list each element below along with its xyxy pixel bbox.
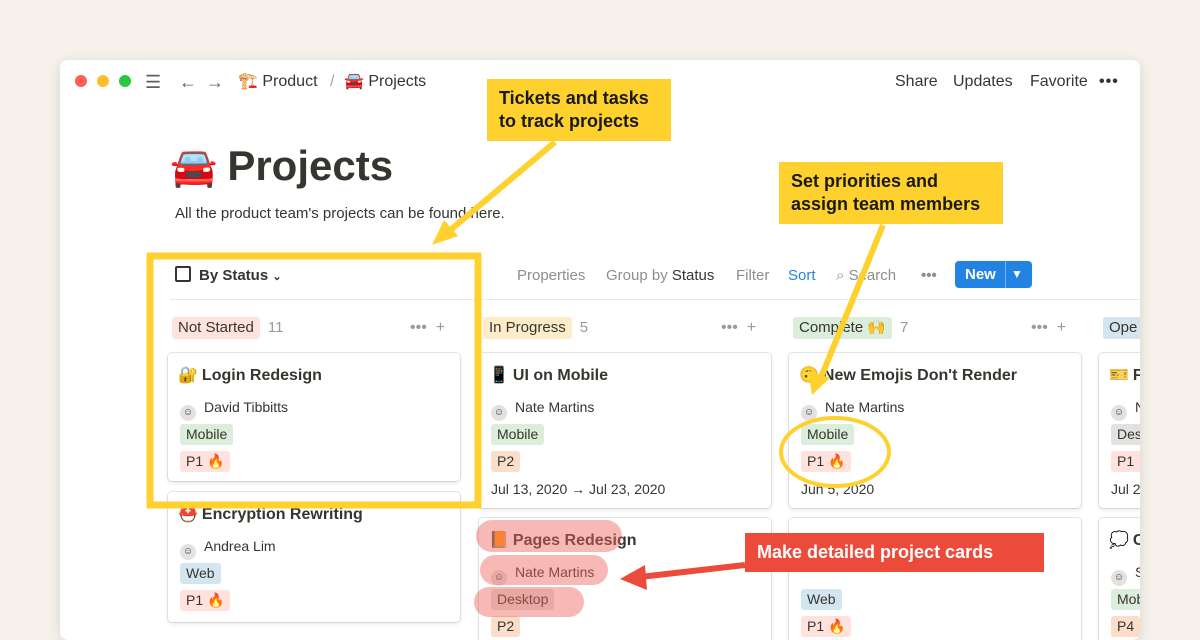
arrow-head bbox=[620, 565, 647, 590]
arrow-line bbox=[639, 562, 746, 580]
highlight-box bbox=[146, 252, 482, 509]
callout-cards: Make detailed project cards bbox=[745, 533, 1044, 572]
callout-priorities: Set priorities and assign team members bbox=[779, 162, 1003, 224]
arrow-line bbox=[446, 139, 557, 235]
arrow-line bbox=[817, 223, 886, 382]
callout-tickets: Tickets and tasks to track projects bbox=[487, 79, 671, 141]
arrow-head bbox=[808, 370, 830, 395]
highlight-ellipse bbox=[779, 416, 891, 488]
